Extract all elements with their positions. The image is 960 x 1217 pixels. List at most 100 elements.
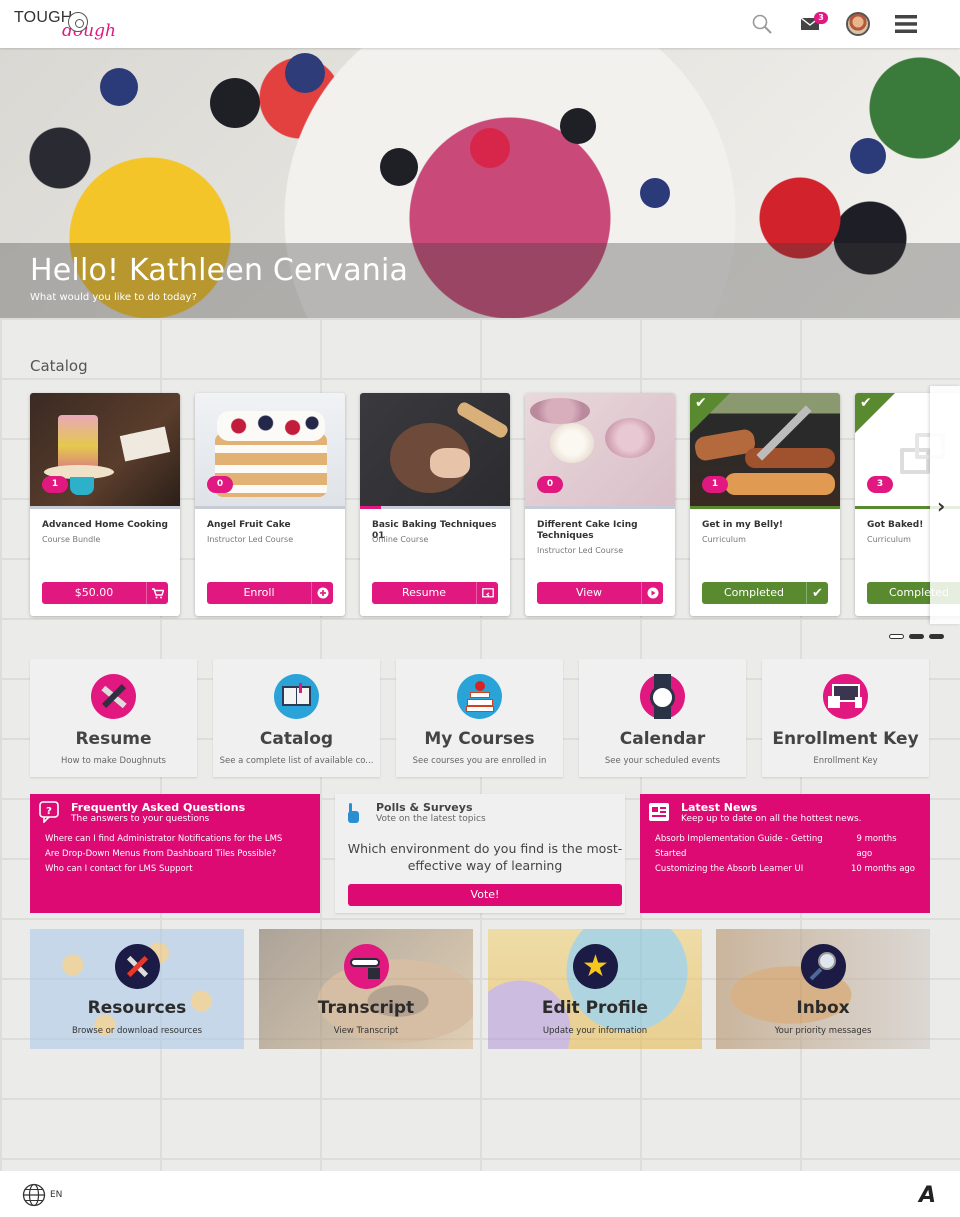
tile-inbox[interactable]: Inbox Your priority messages (716, 929, 930, 1049)
play-circle-icon (641, 582, 663, 604)
faq-item[interactable]: Are Drop-Down Menus From Dashboard Tiles… (45, 847, 282, 862)
news-item[interactable]: Customizing the Absorb Learner UI 10 mont… (655, 862, 915, 877)
blueberry-image (640, 178, 670, 208)
top-header: TOUGH dough 3 (0, 0, 960, 48)
tile-resume[interactable]: Resume How to make Doughnuts (30, 659, 197, 777)
catalog-heading: Catalog (30, 357, 88, 375)
donut-icon (68, 12, 88, 32)
pencil-ruler-icon (91, 674, 136, 719)
menu-button[interactable] (892, 10, 920, 38)
tile-title: Inbox (796, 998, 850, 1018)
vote-button[interactable]: Vote! (348, 884, 622, 906)
course-type: Instructor Led Course (207, 535, 294, 544)
course-card[interactable]: 1 Advanced Home Cooking Course Bundle $5… (30, 393, 180, 616)
magnifier-icon (801, 944, 846, 989)
tile-subtitle: See your scheduled events (604, 756, 721, 766)
tile-title: Resume (75, 729, 152, 749)
check-icon: ✔ (695, 395, 707, 411)
view-button[interactable]: View (537, 582, 663, 604)
blueberry-image (285, 53, 325, 93)
course-card[interactable]: 0 Different Cake Icing Techniques Instru… (525, 393, 675, 616)
news-item-title: Customizing the Absorb Learner UI (655, 864, 804, 874)
course-type: Online Course (372, 535, 429, 544)
news-panel: Latest News Keep up to date on all the h… (640, 794, 930, 913)
enroll-button[interactable]: Enroll (207, 582, 333, 604)
search-icon (752, 14, 772, 34)
question-bubble-icon: ? (39, 801, 59, 823)
completed-corner: ✔ (690, 393, 730, 433)
welcome-title: Hello! Kathleen Cervania (30, 253, 409, 288)
hero-banner: Hello! Kathleen Cervania What would you … (0, 48, 960, 318)
faq-subtitle: The answers to your questions (71, 814, 210, 824)
course-card[interactable]: ✔ 1 Get in my Belly! Curriculum Complete… (690, 393, 840, 616)
carousel-dot[interactable] (889, 634, 904, 639)
user-avatar[interactable] (846, 12, 870, 36)
faq-panel: ? Frequently Asked Questions The answers… (30, 794, 320, 913)
tile-calendar[interactable]: Calendar See your scheduled events (579, 659, 746, 777)
hamburger-menu-icon (895, 15, 917, 33)
news-item-age: 9 months ago (856, 834, 897, 859)
footer: EN A (0, 1171, 960, 1217)
open-book-icon (274, 674, 319, 719)
absorb-logo: A (919, 1183, 937, 1208)
globe-icon (22, 1183, 46, 1207)
search-button[interactable] (748, 10, 776, 38)
devices-icon (823, 674, 868, 719)
blackberry-image (560, 108, 596, 144)
enrollment-count-badge: 1 (702, 476, 728, 493)
star-icon: ★ (573, 944, 618, 989)
tile-transcript[interactable]: Transcript View Transcript (259, 929, 473, 1049)
course-card[interactable]: Basic Baking Techniques 01 Online Course… (360, 393, 510, 616)
resume-button[interactable]: Resume (372, 582, 498, 604)
news-item-age: 10 months ago (850, 864, 915, 874)
carousel-dot[interactable] (909, 634, 924, 639)
tile-subtitle: Enrollment Key (813, 756, 878, 766)
poll-question: Which environment do you find is the mos… (347, 841, 623, 873)
faq-list: Where can I find Administrator Notificat… (45, 832, 282, 877)
news-item[interactable]: Absorb Implementation Guide - Getting St… (655, 832, 915, 862)
progress-bar (195, 506, 345, 509)
tile-subtitle: See a complete list of available co... (219, 756, 374, 766)
tile-subtitle: Update your information (542, 1026, 648, 1036)
tough-dough-logo[interactable]: TOUGH dough (14, 8, 124, 42)
news-list: Absorb Implementation Guide - Getting St… (655, 832, 915, 877)
language-selector[interactable]: EN (22, 1183, 62, 1207)
tile-subtitle: Your priority messages (774, 1026, 872, 1036)
course-type: Instructor Led Course (537, 546, 624, 555)
faq-item[interactable]: Who can I contact for LMS Support (45, 862, 282, 877)
news-subtitle: Keep up to date on all the hottest news. (681, 814, 862, 824)
tile-title: Transcript (317, 998, 415, 1018)
tile-title: Enrollment Key (772, 729, 919, 749)
news-item-title: Absorb Implementation Guide - Getting St… (655, 834, 823, 859)
progress-bar (690, 506, 840, 509)
carousel-dot[interactable] (929, 634, 944, 639)
polls-subtitle: Vote on the latest topics (376, 814, 486, 824)
blueberry-image (100, 68, 138, 106)
course-type: Course Bundle (42, 535, 101, 544)
tile-resources[interactable]: Resources Browse or download resources (30, 929, 244, 1049)
tile-edit-profile[interactable]: ★ Edit Profile Update your information (488, 929, 702, 1049)
tile-enrollment-key[interactable]: Enrollment Key Enrollment Key (762, 659, 929, 777)
completed-button[interactable]: Completed ✔ (702, 582, 828, 604)
tile-title: Edit Profile (541, 998, 649, 1018)
course-name: Get in my Belly! (702, 520, 784, 530)
polls-panel: Polls & Surveys Vote on the latest topic… (335, 794, 625, 913)
course-type: Curriculum (867, 535, 911, 544)
language-code: EN (50, 1190, 63, 1200)
progress-bar (360, 506, 510, 509)
course-card[interactable]: 0 Angel Fruit Cake Instructor Led Course… (195, 393, 345, 616)
progress-bar (525, 506, 675, 509)
enrollment-count-badge: 1 (42, 476, 68, 493)
watch-icon (640, 674, 685, 719)
faq-item[interactable]: Where can I find Administrator Notificat… (45, 832, 282, 847)
check-icon: ✔ (806, 582, 828, 604)
course-type: Curriculum (702, 535, 746, 544)
tile-subtitle: Browse or download resources (71, 1026, 203, 1036)
welcome-subtitle: What would you like to do today? (30, 292, 197, 303)
tile-my-courses[interactable]: My Courses See courses you are enrolled … (396, 659, 563, 777)
course-name: Advanced Home Cooking (42, 520, 168, 530)
polls-title: Polls & Surveys (376, 801, 473, 814)
buy-button[interactable]: $50.00 (42, 582, 168, 604)
tile-catalog[interactable]: Catalog See a complete list of available… (213, 659, 380, 777)
chevron-right-icon[interactable]: › (937, 494, 945, 518)
